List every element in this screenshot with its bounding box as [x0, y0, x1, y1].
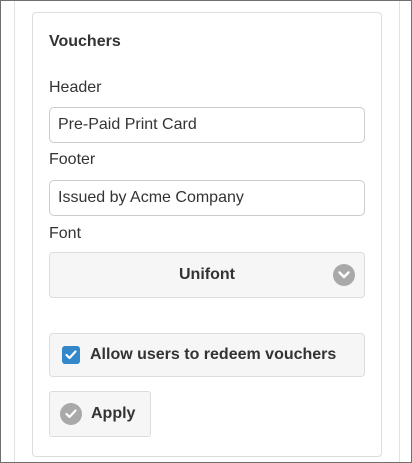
footer-label: Footer [49, 151, 96, 168]
footer-input[interactable] [49, 180, 365, 216]
header-input[interactable] [49, 107, 365, 143]
font-select[interactable]: Unifont [49, 252, 365, 298]
left-divider [14, 1, 15, 462]
font-label: Font [49, 225, 82, 242]
window-frame: Vouchers Header Footer Font Unifont Allo… [0, 0, 412, 463]
font-select-value: Unifont [179, 266, 235, 283]
check-circle-icon [60, 403, 82, 425]
redeem-vouchers-checkbox[interactable] [62, 346, 80, 364]
chevron-down-icon [333, 264, 355, 286]
header-label: Header [49, 79, 102, 96]
redeem-vouchers-option[interactable]: Allow users to redeem vouchers [49, 333, 365, 377]
panel-title: Vouchers [49, 33, 121, 50]
vouchers-panel: Vouchers Header Footer Font Unifont Allo… [32, 12, 382, 457]
redeem-vouchers-label: Allow users to redeem vouchers [90, 346, 337, 363]
checkmark-icon [65, 350, 77, 360]
right-divider [399, 1, 400, 462]
apply-button[interactable]: Apply [49, 391, 151, 437]
apply-button-label: Apply [91, 405, 136, 422]
